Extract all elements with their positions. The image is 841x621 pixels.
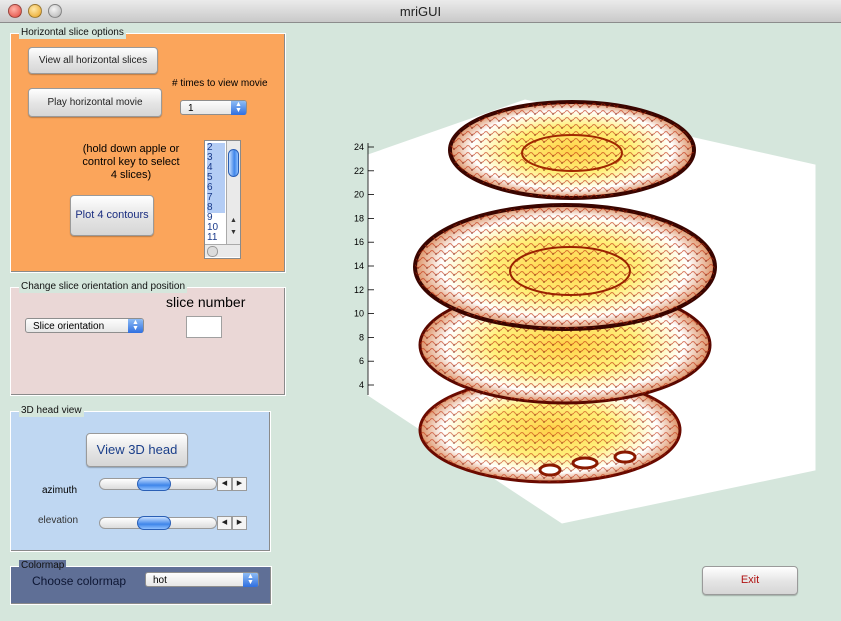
elevation-label: elevation xyxy=(38,515,79,526)
slice-number-label: slice number xyxy=(166,294,246,310)
scroll-down-icon[interactable]: ▼ xyxy=(227,228,240,238)
z-tick-label: 16 xyxy=(354,237,364,247)
horizontal-scroll-thumb[interactable] xyxy=(207,246,218,257)
slice-listbox[interactable]: 2 3 4 5 6 7 8 9 10 11 ▲ ▼ xyxy=(204,140,241,259)
chevron-updown-icon: ▲ ▼ xyxy=(243,573,258,587)
z-tick-label: 22 xyxy=(354,166,364,176)
play-movie-button[interactable]: Play horizontal movie xyxy=(28,88,162,117)
plot-canvas: 24 22 20 18 16 14 12 10 8 6 4 xyxy=(354,99,816,524)
head-panel-title: 3D head view xyxy=(19,405,84,417)
exit-button[interactable]: Exit xyxy=(702,566,798,595)
azimuth-slider[interactable]: ◀ ▶ xyxy=(99,477,249,491)
slice-list-item[interactable]: 11 xyxy=(207,233,225,243)
colormap-select[interactable]: hot ▲ ▼ xyxy=(145,572,259,587)
plot-contours-button[interactable]: Plot 4 contours xyxy=(70,195,154,236)
z-tick-label: 12 xyxy=(354,285,364,295)
top-slice xyxy=(448,100,696,200)
chevron-updown-icon: ▲ ▼ xyxy=(128,319,143,333)
z-tick-label: 24 xyxy=(354,142,364,152)
step-left-icon[interactable]: ◀ xyxy=(217,477,232,491)
times-to-view-select[interactable]: 1 ▲ ▼ xyxy=(180,100,247,115)
z-tick-label: 20 xyxy=(354,190,364,200)
times-to-view-value: 1 xyxy=(188,103,194,114)
horizontal-scrollbar[interactable] xyxy=(205,244,240,257)
choose-colormap-label: Choose colormap xyxy=(32,574,127,588)
z-tick-label: 6 xyxy=(359,356,364,366)
times-to-view-label: # times to view movie xyxy=(172,78,268,89)
view-3d-head-button[interactable]: View 3D head xyxy=(86,433,188,467)
mri-3d-plot[interactable]: 24 22 20 18 16 14 12 10 8 6 4 xyxy=(340,95,820,525)
orientation-panel-title: Change slice orientation and position xyxy=(19,281,187,293)
slice-list-scrollbar[interactable]: ▲ ▼ xyxy=(226,141,240,244)
z-tick-label: 14 xyxy=(354,261,364,271)
title-bar: mriGUI xyxy=(0,0,841,23)
colormap-value: hot xyxy=(153,575,167,586)
slice-list-scroll-thumb[interactable] xyxy=(228,149,239,177)
slice-orientation-select[interactable]: Slice orientation ▲ ▼ xyxy=(25,318,144,333)
slice-number-input[interactable] xyxy=(186,316,222,338)
view-all-slices-button[interactable]: View all horizontal slices xyxy=(28,47,158,74)
step-right-icon[interactable]: ▶ xyxy=(232,516,247,530)
slice-orientation-value: Slice orientation xyxy=(33,321,105,332)
azimuth-slider-thumb[interactable] xyxy=(136,477,171,491)
elevation-slider[interactable]: ◀ ▶ xyxy=(99,516,249,530)
chevron-updown-icon: ▲ ▼ xyxy=(231,101,246,115)
z-tick-label: 10 xyxy=(354,309,364,319)
elevation-slider-thumb[interactable] xyxy=(136,516,171,530)
colormap-panel-title: Colormap xyxy=(19,560,67,572)
hold-key-instructions: (hold down apple or control key to selec… xyxy=(82,143,180,181)
z-tick-label: 8 xyxy=(359,332,364,342)
step-right-icon[interactable]: ▶ xyxy=(232,477,247,491)
step-left-icon[interactable]: ◀ xyxy=(217,516,232,530)
horizontal-panel-title: Horizontal slice options xyxy=(19,27,126,39)
scroll-up-icon[interactable]: ▲ xyxy=(227,216,240,226)
z-tick-label: 4 xyxy=(359,380,364,390)
upper-middle-slice xyxy=(413,203,717,331)
window-title: mriGUI xyxy=(399,4,442,19)
z-tick-label: 18 xyxy=(354,213,364,223)
azimuth-label: azimuth xyxy=(42,485,78,496)
